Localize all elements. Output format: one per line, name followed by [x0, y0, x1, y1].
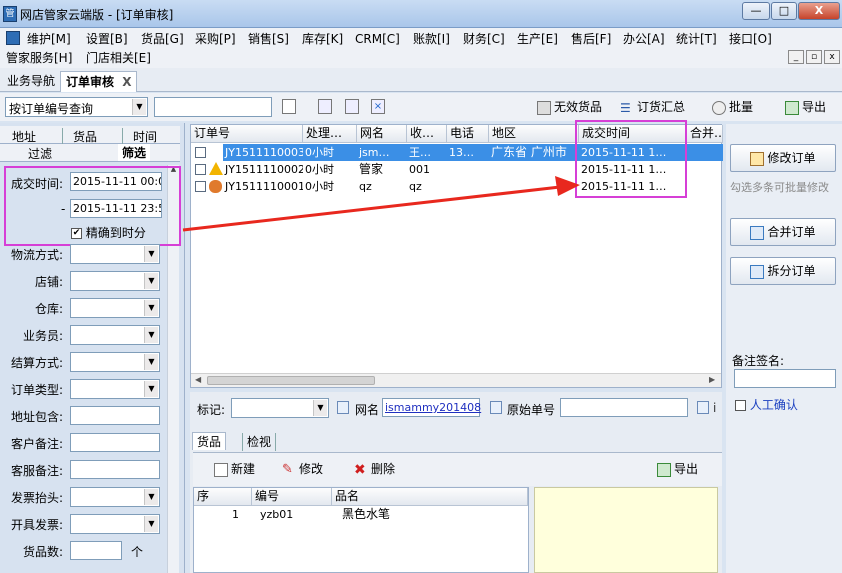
pencil-icon: ✎	[282, 461, 293, 477]
cell-goods-name: 黑色水笔	[342, 507, 391, 521]
copy-icon[interactable]	[337, 401, 349, 414]
split-order-button[interactable]: 拆分订单	[730, 257, 836, 285]
table-row[interactable]: 1 yzb01 黑色水笔	[194, 506, 528, 523]
merge-order-button[interactable]: 合并订单	[730, 218, 836, 246]
tab-goods-detail[interactable]: 货品	[192, 432, 227, 450]
copy-icon[interactable]	[490, 401, 502, 414]
chevron-down-icon: ▼	[313, 400, 327, 416]
cell-code: yzb01	[260, 508, 294, 521]
detail-export-button[interactable]: 导出	[657, 460, 698, 478]
nick-label: 网名	[355, 403, 380, 417]
note-signature-input[interactable]	[734, 369, 836, 388]
checkbox-icon	[735, 400, 746, 411]
orig-no-input[interactable]	[560, 398, 688, 417]
edit-button[interactable]: ✎ 修改	[282, 460, 323, 478]
col-name[interactable]: 品名	[332, 488, 528, 506]
split-order-label: 拆分订单	[767, 264, 816, 278]
goods-image-pane	[534, 487, 718, 573]
delete-icon: ✖	[354, 461, 366, 478]
mark-label: 标记:	[197, 403, 226, 417]
arrow-head	[555, 176, 580, 196]
excel-icon	[657, 462, 671, 477]
col-seq[interactable]: 序	[194, 488, 252, 506]
orig-no-label: 原始单号	[507, 403, 556, 417]
col-code[interactable]: 编号	[252, 488, 332, 506]
copy-icon[interactable]	[697, 401, 709, 414]
action-panel: 修改订单 勾选多条可批量修改 合并订单 拆分订单 备注签名: 人工确认	[726, 124, 842, 573]
mark-select[interactable]: ▼	[231, 398, 329, 418]
split-icon	[750, 264, 765, 279]
edit-label: 修改	[299, 462, 324, 476]
delete-button[interactable]: ✖ 删除	[354, 460, 395, 478]
arrow-line	[182, 185, 561, 232]
manual-confirm-checkbox[interactable]: 人工确认	[735, 396, 798, 413]
batch-edit-hint: 勾选多条可批量修改	[730, 181, 829, 194]
nick-input[interactable]: ismammy201408	[382, 398, 481, 417]
extra-label: i	[713, 401, 717, 415]
merge-order-label: 合并订单	[767, 225, 816, 239]
note-signature-label: 备注签名:	[732, 354, 785, 368]
edit-order-icon	[750, 151, 765, 166]
tab-review[interactable]: 检视	[242, 433, 277, 451]
new-doc-icon	[214, 462, 228, 477]
manual-confirm-label: 人工确认	[749, 398, 798, 412]
cell-seq: 1	[232, 508, 239, 521]
delete-label: 删除	[371, 462, 396, 476]
detail-export-label: 导出	[674, 462, 699, 476]
modify-order-label: 修改订单	[767, 151, 816, 165]
merge-icon	[750, 225, 765, 240]
new-button[interactable]: 新建	[214, 460, 255, 478]
new-label: 新建	[231, 462, 256, 476]
goods-grid: 序 编号 品名 1 yzb01 黑色水笔	[193, 487, 529, 573]
detail-toolbar	[193, 452, 722, 486]
modify-order-button[interactable]: 修改订单	[730, 144, 836, 172]
